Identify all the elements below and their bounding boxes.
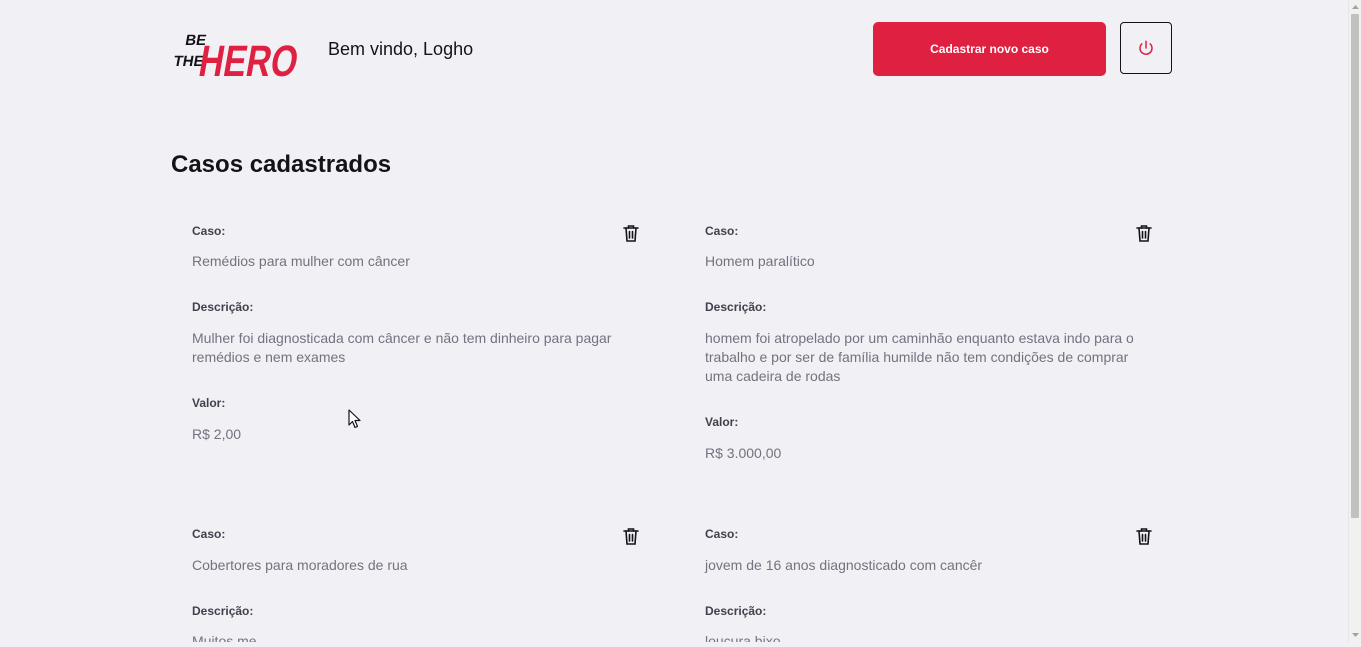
mouse-cursor-icon — [348, 409, 362, 429]
welcome-message: Bem vindo, Logho — [328, 39, 474, 59]
description-label: Descrição: — [192, 604, 254, 618]
case-card: Caso: Homem paralítico Descrição: homem … — [684, 222, 1165, 482]
trash-icon[interactable] — [1136, 527, 1152, 545]
be-the-hero-logo: BE THE HERO — [171, 20, 307, 86]
case-value: jovem de 16 anos diagnosticado com cancê… — [705, 557, 983, 573]
scrollbar-thumb[interactable] — [1351, 14, 1359, 518]
logout-button[interactable] — [1120, 22, 1172, 74]
value-label: Valor: — [192, 396, 226, 410]
page-title: Casos cadastrados — [171, 151, 392, 178]
case-card: Caso: Remédios para mulher com câncer De… — [171, 222, 652, 482]
trash-icon[interactable] — [623, 527, 639, 545]
case-label: Caso: — [705, 527, 739, 541]
description-label: Descrição: — [705, 300, 767, 314]
case-label: Caso: — [192, 527, 226, 541]
case-card: Caso: Cobertores para moradores de rua D… — [171, 525, 652, 642]
vertical-scrollbar[interactable] — [1348, 0, 1361, 642]
svg-text:HERO: HERO — [195, 37, 302, 78]
new-case-button[interactable]: Cadastrar novo caso — [873, 22, 1106, 76]
trash-icon[interactable] — [623, 224, 639, 242]
page: BE THE HERO Bem vindo, Logho Cadastrar n… — [0, 0, 1348, 642]
trash-icon[interactable] — [1136, 224, 1152, 242]
case-value: Remédios para mulher com câncer — [192, 253, 410, 269]
case-value: Homem paralítico — [705, 253, 815, 269]
case-label: Caso: — [192, 224, 226, 238]
description-value: loucura bixo — [705, 633, 781, 642]
value-label: Valor: — [705, 415, 739, 429]
power-icon — [1137, 39, 1155, 57]
description-label: Descrição: — [705, 604, 767, 618]
description-value: homem foi atropelado por um caminhão enq… — [705, 330, 1134, 384]
description-value: Muitos me — [192, 633, 257, 642]
case-label: Caso: — [705, 224, 739, 238]
value-amount: R$ 3.000,00 — [705, 445, 782, 461]
scroll-down-arrow-icon[interactable] — [1349, 628, 1361, 642]
case-value: Cobertores para moradores de rua — [192, 557, 408, 573]
header: BE THE HERO Bem vindo, Logho Cadastrar n… — [171, 20, 1174, 86]
case-card: Caso: jovem de 16 anos diagnosticado com… — [684, 525, 1165, 642]
description-label: Descrição: — [192, 300, 254, 314]
description-value: Mulher foi diagnosticada com câncer e nã… — [192, 330, 612, 365]
value-amount: R$ 2,00 — [192, 426, 242, 442]
scroll-up-arrow-icon[interactable] — [1349, 0, 1361, 14]
